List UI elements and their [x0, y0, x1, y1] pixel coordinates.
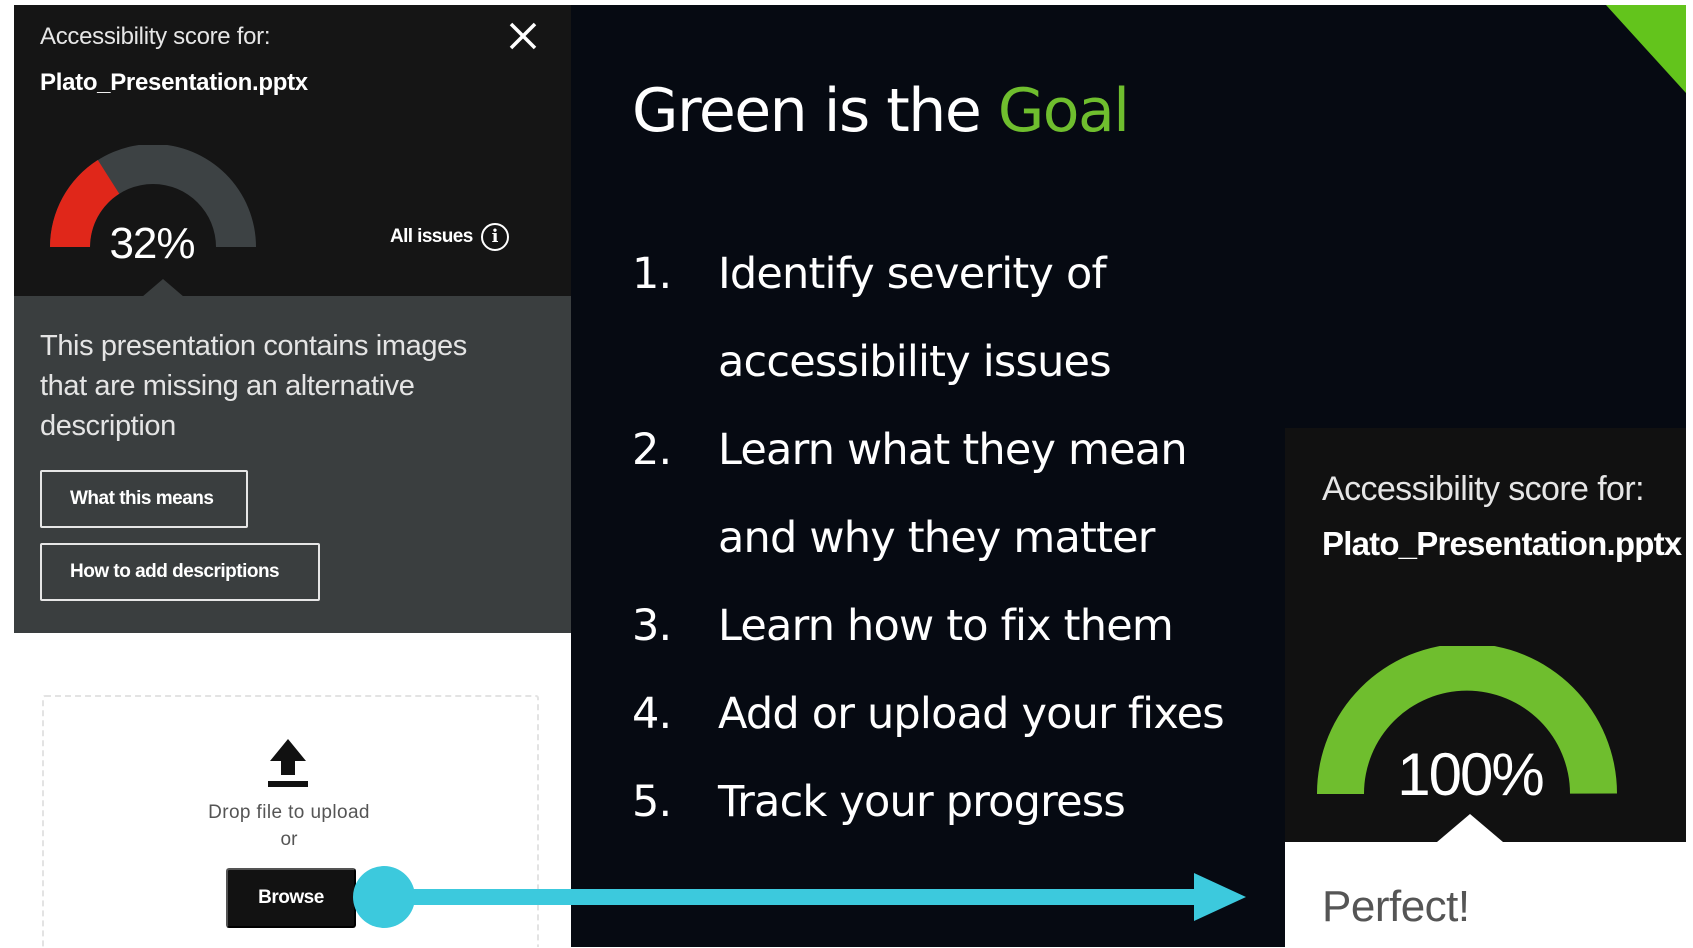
list-item-number: 5.: [632, 777, 672, 827]
slide: Accessibility score for: Plato_Presentat…: [14, 5, 1686, 947]
all-issues-link[interactable]: All issues i: [390, 223, 509, 251]
tooltip-pointer: [142, 279, 184, 297]
tooltip-pointer: [1437, 814, 1503, 842]
file-name: Plato_Presentation.pptx: [1322, 525, 1682, 562]
issue-message: This presentation contains images that a…: [40, 330, 467, 442]
or-text: or: [280, 829, 298, 850]
score-header: Accessibility score for: Plato_Presentat…: [14, 5, 571, 296]
score-label: Accessibility score for:: [1322, 470, 1645, 508]
what-this-means-button[interactable]: What this means: [40, 470, 248, 528]
issue-details: This presentation contains images that a…: [14, 296, 571, 633]
list-item-number: 4.: [632, 689, 672, 739]
status-text: Perfect!: [1322, 882, 1470, 931]
list-item-text: Identify severity of: [718, 249, 1107, 299]
all-issues-label: All issues: [390, 226, 473, 247]
status-area: Perfect!: [1285, 842, 1686, 947]
list-item: 5. Track your progress: [632, 758, 1232, 846]
score-percent: 32%: [109, 219, 195, 268]
list-item-text: Track your progress: [718, 777, 1126, 827]
list-item-text: Learn what they mean: [718, 425, 1188, 475]
list-item-text-cont: and why they matter: [718, 513, 1155, 563]
file-name: Plato_Presentation.pptx: [40, 69, 308, 96]
accessibility-panel-right: Accessibility score for: Plato_Presentat…: [1285, 428, 1686, 947]
title-prefix: Green is the: [632, 76, 998, 146]
close-icon: [509, 22, 537, 50]
list-item-number: 3.: [632, 601, 672, 651]
slide-title: Green is the Goal: [632, 76, 1130, 146]
list-item-number: 1.: [632, 249, 672, 299]
list-item: 3. Learn how to fix them: [632, 582, 1232, 670]
corner-accent: [1606, 5, 1686, 93]
title-highlight: Goal: [997, 76, 1130, 146]
goal-list: 1. Identify severity of accessibility is…: [632, 230, 1232, 846]
info-icon: i: [480, 223, 509, 251]
browse-button[interactable]: Browse: [226, 868, 356, 928]
list-item-text: Add or upload your fixes: [718, 689, 1225, 739]
list-item: 2. Learn what they mean and why they mat…: [632, 406, 1232, 582]
list-item: 4. Add or upload your fixes: [632, 670, 1232, 758]
score-percent: 100%: [1397, 741, 1544, 808]
list-item: 1. Identify severity of accessibility is…: [632, 230, 1232, 406]
progress-arrow: [353, 866, 1246, 928]
close-button[interactable]: [498, 11, 548, 61]
list-item-text-cont: accessibility issues: [718, 337, 1112, 387]
score-label: Accessibility score for:: [40, 23, 271, 50]
drop-file-text: Drop file to upload: [208, 802, 370, 823]
upload-icon: [268, 739, 308, 787]
list-item-number: 2.: [632, 425, 672, 475]
list-item-text: Learn how to fix them: [718, 601, 1174, 651]
how-to-add-descriptions-button[interactable]: How to add descriptions: [40, 543, 320, 601]
